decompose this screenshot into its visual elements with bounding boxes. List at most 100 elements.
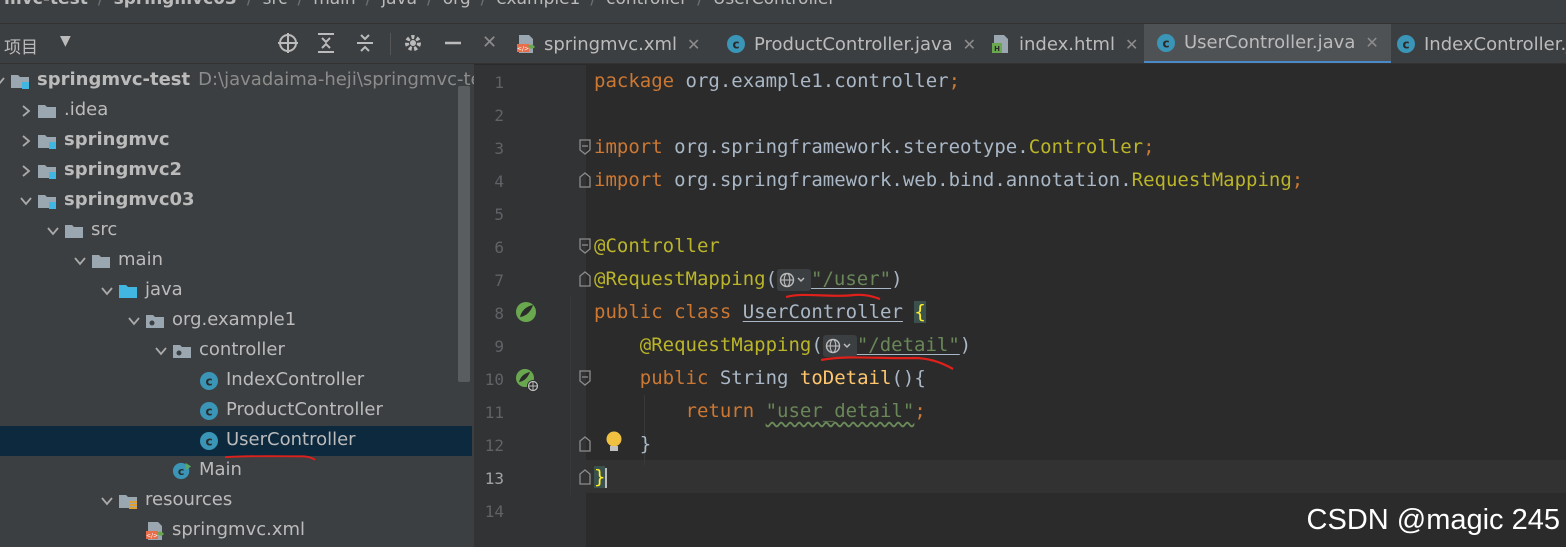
code-line-13[interactable]: } — [594, 466, 608, 488]
breadcrumb-item[interactable]: example1 — [492, 0, 584, 9]
close-icon[interactable]: ✕ — [1125, 35, 1138, 54]
tree-item-org-example1[interactable]: org.example1 — [0, 306, 472, 336]
fold-icon[interactable] — [578, 469, 592, 485]
code-line-1[interactable]: package org.example1.controller; — [594, 70, 960, 92]
svg-text:c: c — [205, 405, 212, 419]
svg-text:c: c — [732, 38, 739, 52]
editor-tabbar: ✕ </> springmvc.xml ✕ c ProductController.ja… — [474, 24, 1566, 64]
java-class-icon: c — [1156, 33, 1176, 53]
breadcrumb-item[interactable]: mvc-test — [0, 0, 92, 9]
tree-item-springmvc-test[interactable]: springmvc-test D:\javadaima-heji\springmv… — [0, 66, 498, 96]
code-line-11[interactable]: return "user_detail"; — [594, 400, 926, 422]
code-line-12[interactable]: } — [594, 433, 651, 455]
breadcrumb-separator: / — [241, 0, 259, 9]
line-number: 3 — [494, 139, 504, 158]
fold-icon[interactable] — [578, 370, 592, 386]
tab-index-html[interactable]: Hindex.html ✕ — [979, 24, 1146, 63]
chevron-down-icon[interactable] — [46, 224, 60, 238]
expand-all-icon[interactable] — [313, 30, 339, 56]
tree-item-label: UserController — [226, 429, 356, 450]
chevron-right-icon[interactable] — [19, 164, 33, 178]
close-icon[interactable]: ✕ — [482, 32, 497, 53]
tree-item-resources[interactable]: resources — [0, 486, 472, 516]
gear-icon[interactable] — [400, 30, 426, 56]
tab-springmvc-xml[interactable]: </> springmvc.xml ✕ — [504, 24, 708, 63]
chevron-down-icon[interactable] — [19, 194, 33, 208]
tree-item-indexcontroller[interactable]: c IndexController — [0, 366, 472, 396]
breadcrumb-item[interactable]: org — [439, 0, 475, 9]
collapse-all-icon[interactable] — [352, 30, 378, 56]
chevron-down-icon[interactable] — [73, 254, 87, 268]
fold-icon[interactable] — [578, 436, 592, 452]
project-scrollbar[interactable] — [458, 86, 470, 382]
chevron-down-icon[interactable]: ▼ — [60, 33, 71, 49]
chevron-right-icon[interactable] — [19, 134, 33, 148]
tree-item-src[interactable]: src — [0, 216, 472, 246]
line-number: 1 — [494, 73, 504, 92]
module-folder-icon — [37, 131, 57, 151]
spring-bean-icon[interactable] — [514, 300, 538, 328]
code-line-7[interactable]: @RequestMapping("/user") — [594, 268, 903, 291]
tree-item-label: springmvc2 — [64, 159, 183, 180]
package-icon — [172, 341, 192, 361]
spring-endpoint-icon[interactable] — [514, 367, 540, 397]
project-view-title[interactable]: 项目 — [4, 33, 38, 58]
fold-icon[interactable] — [578, 139, 592, 155]
breadcrumb-item[interactable]: main — [309, 0, 359, 9]
close-icon[interactable]: ✕ — [1365, 33, 1378, 52]
crosshair-icon[interactable] — [275, 30, 301, 56]
project-panel: 项目 ▼ springmvc-test D:\javadaima-heji\spr… — [0, 24, 498, 547]
code-editor[interactable]: 1 2 3 4 5 6 7 8 9 10 11 12 13 14 package org.example1… — [474, 65, 1566, 547]
tree-item-usercontroller[interactable]: c UserController — [0, 426, 472, 456]
chevron-down-icon[interactable] — [100, 494, 114, 508]
tree-item-java[interactable]: java — [0, 276, 472, 306]
chevron-down-icon[interactable] — [127, 314, 141, 328]
line-number: 11 — [484, 403, 504, 422]
breadcrumb-item[interactable]: springmvc03 — [110, 0, 241, 9]
svg-text:</>: </> — [517, 46, 529, 53]
fold-icon[interactable] — [578, 172, 592, 188]
html-file-icon: H — [991, 34, 1011, 54]
breadcrumb-item[interactable]: controller — [602, 0, 691, 9]
code-line-4[interactable]: import org.springframework.web.bind.anno… — [594, 169, 1303, 191]
close-icon[interactable]: ✕ — [963, 35, 976, 54]
tab-usercontroller-java[interactable]: c UserController.java ✕ — [1144, 24, 1391, 63]
indent-guide — [570, 295, 571, 495]
code-line-8[interactable]: public class UserController { — [594, 301, 926, 323]
tree-item-main[interactable]: main — [0, 246, 472, 276]
tree-item-productcontroller[interactable]: c ProductController — [0, 396, 472, 426]
code-line-6[interactable]: @Controller — [594, 235, 720, 257]
minimize-icon[interactable] — [440, 30, 466, 56]
svg-text:</>: </> — [146, 533, 158, 540]
fold-icon[interactable] — [578, 271, 592, 287]
breadcrumb-item[interactable]: java — [377, 0, 421, 9]
chevron-down-icon[interactable] — [154, 344, 168, 358]
tree-item-springmvc-xml[interactable]: </> springmvc.xml — [0, 516, 472, 546]
tree-item-springmvc[interactable]: springmvc — [0, 126, 472, 156]
line-number: 9 — [494, 337, 504, 356]
chevron-down-icon[interactable] — [0, 74, 6, 88]
tab-indexcontroller-java[interactable]: c IndexController.java — [1384, 24, 1566, 63]
breadcrumb-item[interactable]: UserController — [709, 0, 839, 9]
tab-label: ProductController.java — [754, 33, 953, 55]
tab-label: UserController.java — [1184, 32, 1356, 53]
project-path: D:\javadaima-heji\springmvc-test — [198, 69, 499, 90]
chevron-right-icon[interactable] — [19, 104, 33, 118]
line-number: 2 — [494, 106, 504, 125]
globe-icon — [825, 338, 851, 353]
fold-icon[interactable] — [578, 238, 592, 254]
line-number: 10 — [484, 370, 504, 389]
breadcrumb-separator: / — [691, 0, 709, 9]
tree-item-springmvc2[interactable]: springmvc2 — [0, 156, 472, 186]
tree-item-springmvc03[interactable]: springmvc03 — [0, 186, 472, 216]
java-class-icon: c — [199, 431, 219, 451]
close-icon[interactable]: ✕ — [687, 35, 700, 54]
tab-productcontroller-java[interactable]: c ProductController.java ✕ — [714, 24, 984, 63]
breadcrumb-item[interactable]: src — [259, 0, 292, 9]
chevron-down-icon[interactable] — [100, 284, 114, 298]
runnable-class-icon: c — [172, 461, 192, 481]
tree-item-idea[interactable]: .idea — [0, 96, 472, 126]
url-inlay[interactable] — [777, 268, 812, 291]
tree-item-controller[interactable]: controller — [0, 336, 472, 366]
code-line-3[interactable]: import org.springframework.stereotype.Co… — [594, 136, 1155, 158]
